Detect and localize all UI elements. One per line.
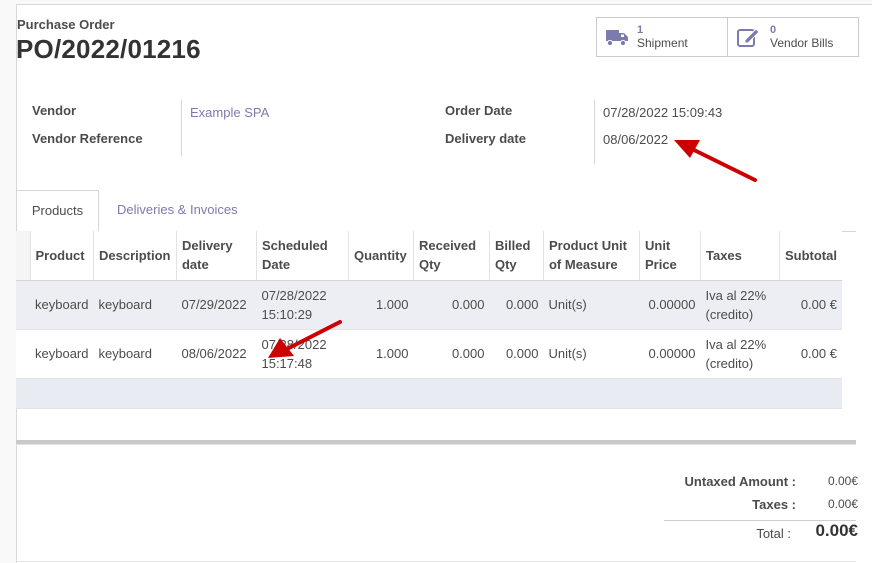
delivery-date-field[interactable]: 08/06/2022 xyxy=(603,132,668,147)
scheduled-time: 15:10:29 xyxy=(261,306,313,322)
cell-description[interactable]: keyboard xyxy=(93,329,177,379)
table-row[interactable]: keyboard keyboard 07/29/2022 07/28/2022 1… xyxy=(16,280,842,330)
edit-icon xyxy=(736,26,762,48)
column-header[interactable]: Product Unit of Measure xyxy=(543,231,640,281)
cell-quantity[interactable]: 1.000 xyxy=(348,329,414,379)
scheduled-date: 07/28/2022 xyxy=(261,287,327,303)
cell-subtotal: 0.00 € xyxy=(779,280,842,330)
row-handle xyxy=(16,280,30,330)
cell-uom[interactable]: Unit(s) xyxy=(543,280,640,330)
scheduled-date: 07/28/2022 xyxy=(261,336,327,352)
row-handle-header xyxy=(16,231,31,281)
order-lines-table: Product Description Delivery date Schedu… xyxy=(16,231,842,409)
cell-subtotal: 0.00 € xyxy=(779,329,842,379)
cell-taxes[interactable]: Iva al 22% (credito) xyxy=(700,329,780,379)
cell-unit-price[interactable]: 0.00000 xyxy=(639,329,701,379)
empty-row[interactable] xyxy=(16,378,842,409)
taxes-value: 0.00€ xyxy=(827,497,858,511)
delivery-date-label: Delivery date xyxy=(445,131,526,146)
cell-billed-qty[interactable]: 0.000 xyxy=(489,329,544,379)
total-value: 0.00€ xyxy=(815,521,858,540)
tab-deliveries-invoices[interactable]: Deliveries & Invoices xyxy=(117,202,238,217)
cell-product[interactable]: keyboard xyxy=(30,329,94,379)
cell-scheduled-date[interactable]: 07/28/2022 15:17:48 xyxy=(256,329,349,379)
empty-cell[interactable] xyxy=(16,378,842,409)
column-header[interactable]: Delivery date xyxy=(176,231,257,281)
column-header[interactable]: Taxes xyxy=(700,231,780,281)
table-row[interactable]: keyboard keyboard 08/06/2022 07/28/2022 1… xyxy=(16,329,842,379)
vendor-reference-label: Vendor Reference xyxy=(32,131,143,146)
taxes-label: Taxes : xyxy=(752,497,796,512)
record-type-label: Purchase Order xyxy=(17,17,115,32)
tax-line: Iva al 22% xyxy=(705,336,767,352)
column-header[interactable]: Quantity xyxy=(348,231,414,281)
order-date-label: Order Date xyxy=(445,103,513,118)
vendor-bills-count: 0 xyxy=(770,24,777,36)
table-footer-bar xyxy=(16,440,856,445)
untaxed-amount-label: Untaxed Amount : xyxy=(684,474,796,489)
cell-taxes[interactable]: Iva al 22% (credito) xyxy=(700,280,780,330)
tax-line: Iva al 22% xyxy=(705,287,767,303)
column-header[interactable]: Description xyxy=(93,231,177,281)
tax-line: (credito) xyxy=(705,306,754,322)
field-separator xyxy=(594,100,595,164)
column-header[interactable]: Received Qty xyxy=(413,231,490,281)
row-handle xyxy=(16,329,30,379)
cell-product[interactable]: keyboard xyxy=(30,280,94,330)
cell-delivery-date[interactable]: 07/29/2022 xyxy=(176,280,257,330)
column-header[interactable]: Billed Qty xyxy=(489,231,544,281)
column-header[interactable]: Unit Price xyxy=(639,231,701,281)
cell-delivery-date[interactable]: 08/06/2022 xyxy=(176,329,257,379)
column-header[interactable]: Product xyxy=(30,231,94,281)
cell-unit-price[interactable]: 0.00000 xyxy=(639,280,701,330)
cell-billed-qty[interactable]: 0.000 xyxy=(489,280,544,330)
total-label: Total : xyxy=(756,526,791,541)
bottom-divider xyxy=(16,561,856,562)
vendor-field[interactable]: Example SPA xyxy=(190,105,269,120)
order-date-field[interactable]: 07/28/2022 15:09:43 xyxy=(603,105,722,120)
vendor-bills-button[interactable]: 0 Vendor Bills xyxy=(727,17,859,57)
cell-received-qty[interactable]: 0.000 xyxy=(413,329,490,379)
untaxed-amount-value: 0.00€ xyxy=(827,474,858,488)
shipment-button[interactable]: 1 Shipment xyxy=(596,17,728,57)
page-title: PO/2022/01216 xyxy=(16,34,201,64)
tab-products[interactable]: Products xyxy=(16,190,99,232)
table-header-row: Product Description Delivery date Schedu… xyxy=(16,231,842,281)
vendor-reference-field[interactable] xyxy=(190,131,390,147)
cell-uom[interactable]: Unit(s) xyxy=(543,329,640,379)
vendor-label: Vendor xyxy=(32,103,77,118)
shipment-count: 1 xyxy=(637,24,644,36)
scheduled-time: 15:17:48 xyxy=(261,355,313,371)
shipment-label: Shipment xyxy=(637,36,688,50)
vendor-bills-label: Vendor Bills xyxy=(770,36,834,50)
cell-received-qty[interactable]: 0.000 xyxy=(413,280,490,330)
tax-line: (credito) xyxy=(705,355,754,371)
cell-quantity[interactable]: 1.000 xyxy=(348,280,414,330)
cell-description[interactable]: keyboard xyxy=(93,280,177,330)
column-header[interactable]: Subtotal xyxy=(779,231,842,281)
field-separator xyxy=(181,100,182,156)
cell-scheduled-date[interactable]: 07/28/2022 15:10:29 xyxy=(256,280,349,330)
truck-icon xyxy=(605,27,629,47)
column-header[interactable]: Scheduled Date xyxy=(256,231,349,281)
